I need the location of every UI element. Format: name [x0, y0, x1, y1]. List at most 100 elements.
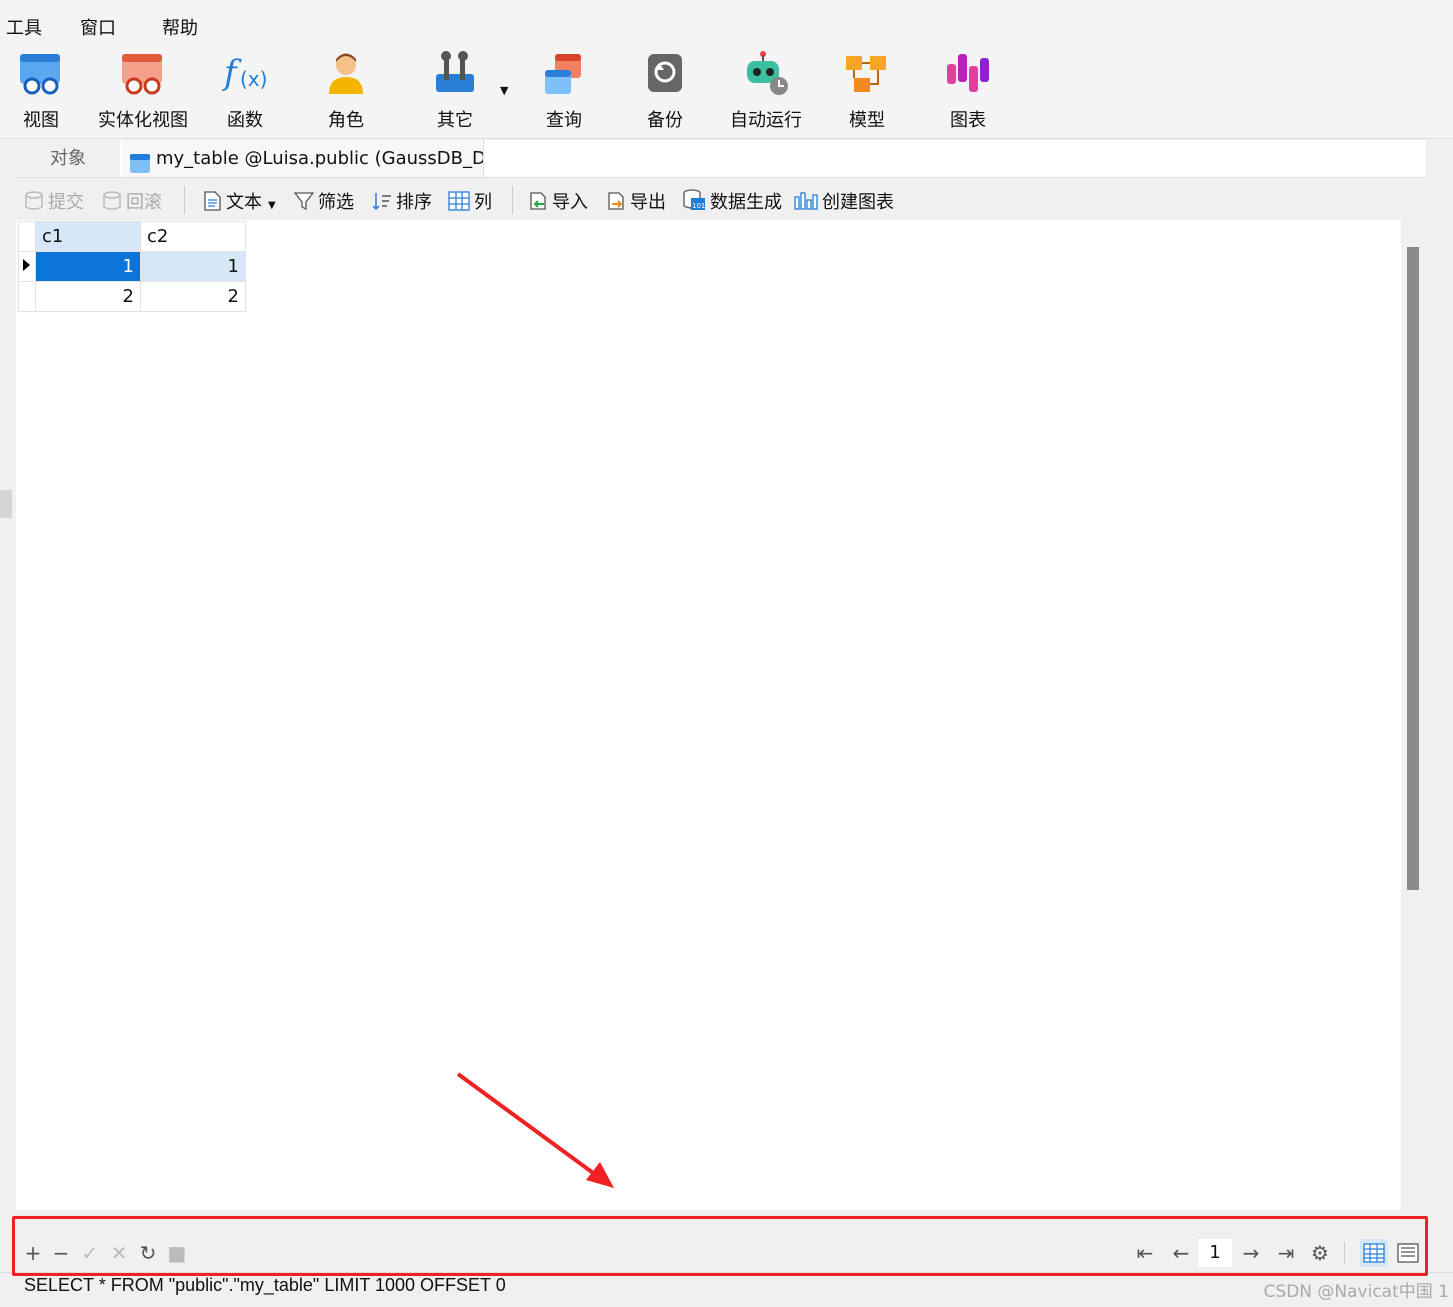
data-grid[interactable]: c1 c2 1 1 2 2	[16, 220, 1401, 1210]
chart-bars-icon	[794, 191, 818, 211]
form-view-icon[interactable]	[1394, 1239, 1422, 1267]
next-page-icon[interactable]: →	[1240, 1241, 1262, 1265]
gear-icon[interactable]: ⚙	[1309, 1241, 1331, 1265]
ribbon-view-button[interactable]: 视图	[0, 50, 86, 132]
ribbon-label: 模型	[849, 110, 885, 131]
discard-changes-icon[interactable]: ✕	[108, 1241, 130, 1265]
ribbon-label: 视图	[23, 110, 59, 131]
row-header	[18, 281, 36, 312]
ribbon-label: 其它	[437, 110, 473, 131]
ribbon-label: 图表	[950, 110, 986, 131]
data-generation-label: 数据生成	[710, 192, 782, 213]
status-bar: SELECT * FROM "public"."my_table" LIMIT …	[0, 1272, 1453, 1307]
export-icon	[606, 191, 626, 211]
export-button[interactable]: 导出	[606, 188, 666, 214]
export-label: 导出	[630, 192, 666, 213]
page-number-input[interactable]: 1	[1198, 1239, 1232, 1267]
ribbon-materialized-view-button[interactable]: 实体化视图	[98, 50, 188, 132]
filter-button[interactable]: 筛选	[293, 188, 354, 214]
view-icon	[18, 50, 64, 96]
record-navigation-bar: + − ✓ ✕ ↻ ■ ⇤ ← 1 → ⇥ ⚙	[16, 1236, 1426, 1270]
table-cell[interactable]: 2	[35, 281, 141, 312]
last-page-icon[interactable]: ⇥	[1275, 1241, 1297, 1265]
text-label: 文本	[226, 192, 262, 213]
ribbon-model-button[interactable]: 模型	[822, 50, 912, 132]
delete-record-icon[interactable]: −	[50, 1241, 72, 1265]
ribbon-label: 查询	[546, 110, 582, 131]
table-row[interactable]: 1 1	[18, 251, 246, 282]
column-header-c2[interactable]: c2	[140, 221, 246, 252]
create-chart-button[interactable]: 创建图表	[794, 188, 894, 214]
table-header-row: c1 c2	[18, 221, 246, 252]
ribbon-other-button[interactable]: 其它	[410, 50, 500, 132]
result-table: c1 c2 1 1 2 2	[18, 221, 246, 312]
text-view-button[interactable]: 文本 ▼	[202, 188, 276, 214]
ribbon-label: 角色	[328, 110, 364, 131]
svg-text:101: 101	[692, 202, 705, 210]
query-icon	[541, 50, 587, 96]
scrollbar-thumb[interactable]	[1407, 247, 1419, 890]
sort-button[interactable]: 排序	[372, 188, 432, 214]
tab-my-table[interactable]: my_table @Luisa.public (GaussDB_D...	[122, 140, 484, 177]
ribbon-label: 自动运行	[730, 110, 802, 131]
ribbon-automation-button[interactable]: 自动运行	[721, 50, 811, 132]
menu-help[interactable]: 帮助	[162, 14, 198, 40]
chevron-down-icon: ▼	[268, 200, 276, 211]
columns-button[interactable]: 列	[448, 188, 492, 214]
sql-statement: SELECT * FROM "public"."my_table" LIMIT …	[24, 1275, 506, 1295]
ribbon-label: 实体化视图	[98, 110, 188, 131]
filter-label: 筛选	[318, 192, 354, 213]
model-icon	[844, 50, 890, 96]
ribbon-role-button[interactable]: 角色	[301, 50, 391, 132]
table-cell[interactable]: 1	[35, 251, 141, 282]
refresh-icon[interactable]: ↻	[137, 1241, 159, 1265]
table-cell[interactable]: 1	[140, 251, 246, 282]
stop-icon[interactable]: ■	[166, 1241, 188, 1265]
add-record-icon[interactable]: +	[22, 1241, 44, 1265]
sort-icon	[372, 191, 392, 211]
vertical-scrollbar[interactable]	[1401, 220, 1425, 1210]
chart-icon	[945, 50, 991, 96]
menu-bar: 工具 窗口 帮助	[0, 0, 1453, 44]
import-button[interactable]: 导入	[528, 188, 588, 214]
menu-tools[interactable]: 工具	[6, 14, 42, 40]
column-header-c1[interactable]: c1	[35, 221, 141, 252]
panel-splitter[interactable]	[0, 490, 12, 518]
database-commit-icon	[24, 191, 44, 211]
ribbon-chart-button[interactable]: 图表	[923, 50, 1013, 132]
grid-view-icon[interactable]	[1360, 1239, 1388, 1267]
first-page-icon[interactable]: ⇤	[1134, 1241, 1156, 1265]
grid-columns-icon	[448, 191, 470, 211]
commit-button[interactable]: 提交	[24, 188, 84, 214]
funnel-icon	[293, 191, 315, 211]
current-row-indicator	[18, 251, 36, 282]
table-row[interactable]: 2 2	[18, 281, 246, 312]
rollback-button[interactable]: 回滚	[102, 188, 162, 214]
rollback-label: 回滚	[126, 192, 162, 213]
database-rollback-icon	[102, 191, 122, 211]
toolbar-divider	[1344, 1242, 1345, 1264]
apply-changes-icon[interactable]: ✓	[79, 1241, 101, 1265]
table-cell[interactable]: 2	[140, 281, 246, 312]
data-generation-button[interactable]: 101 数据生成	[682, 188, 782, 214]
row-header-corner	[18, 221, 36, 252]
editor-tab-bar: 对象 my_table @Luisa.public (GaussDB_D...	[16, 140, 1426, 178]
menu-window[interactable]: 窗口	[80, 14, 116, 40]
create-chart-label: 创建图表	[822, 192, 894, 213]
function-icon: f (x)	[221, 50, 268, 96]
previous-page-icon[interactable]: ←	[1170, 1241, 1192, 1265]
ribbon-toolbar: 视图 实体化视图 f (x) 函数 角色 其它 ▼ 查询 备份 自动运行 模型 …	[0, 44, 1453, 139]
chevron-down-icon[interactable]: ▼	[500, 84, 508, 97]
sort-label: 排序	[396, 192, 432, 213]
ribbon-function-button[interactable]: f (x) 函数	[200, 50, 290, 132]
ribbon-query-button[interactable]: 查询	[519, 50, 609, 132]
columns-label: 列	[474, 192, 492, 213]
ribbon-label: 备份	[647, 110, 683, 131]
data-toolbar: 提交 回滚 文本 ▼ 筛选 排序 列 导入 导出 101 数据生成 创建图表	[16, 178, 1401, 220]
svg-text:(x): (x)	[240, 67, 267, 91]
toolbar-divider	[512, 186, 513, 214]
ribbon-backup-button[interactable]: 备份	[620, 50, 710, 132]
import-label: 导入	[552, 192, 588, 213]
watermark: CSDN @Navicat中国 1	[1263, 1282, 1449, 1302]
tab-objects[interactable]: 对象	[16, 140, 120, 177]
